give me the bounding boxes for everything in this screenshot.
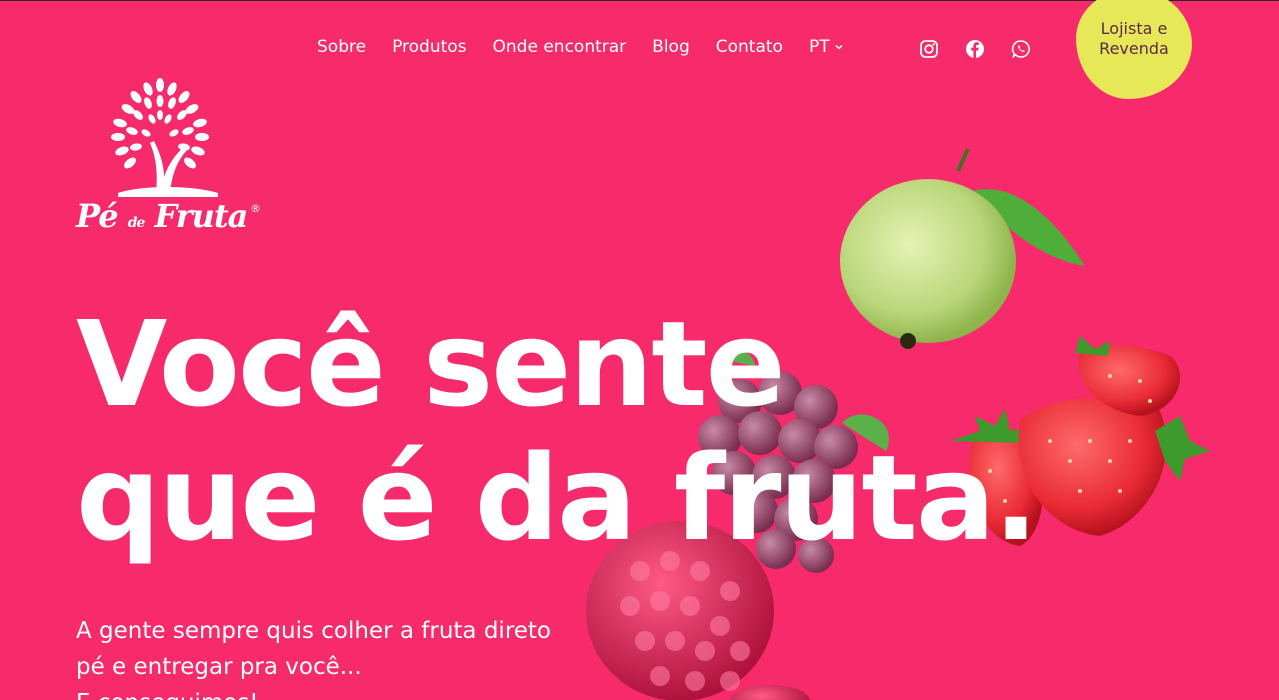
hero-subtext-line1: A gente sempre quis colher a fruta diret… [76,618,552,644]
brand-word-fruta: Fruta [154,197,249,235]
chevron-down-icon [835,44,843,50]
hero-subtext-line3: E conseguimos! [76,685,596,700]
nav-sobre[interactable]: Sobre [317,37,366,57]
nav-onde-encontrar[interactable]: Onde encontrar [493,37,627,57]
brand-word-pe: Pé [76,197,119,235]
nav-blog[interactable]: Blog [652,37,690,57]
lojista-revenda-button[interactable]: Lojista e Revenda [1076,0,1192,99]
instagram-icon[interactable] [919,39,939,59]
whatsapp-icon[interactable] [1011,39,1031,59]
hero-headline-line1: Você sente [76,295,786,433]
brand-word-de: de [127,215,146,231]
cta-label-line2: Revenda [1099,39,1169,58]
social-links [919,39,1031,59]
main-nav: Sobre Produtos Onde encontrar Blog Conta… [317,37,844,57]
registered-mark: ® [250,202,261,215]
hero-headline-line2: que é da fruta. [76,429,1038,567]
language-label: PT [808,37,830,57]
cta-label-line1: Lojista e [1100,19,1168,38]
hero-subtext-line2: pé e entregar pra você... [76,654,362,680]
nav-produtos[interactable]: Produtos [392,37,466,57]
hero-subtext: A gente sempre quis colher a fruta diret… [76,613,596,700]
nav-contato[interactable]: Contato [716,37,783,57]
facebook-icon[interactable] [965,39,985,59]
hero-headline: Você sente que é da fruta. [76,295,1038,567]
language-selector[interactable]: PT [809,37,844,57]
brand-wordmark[interactable]: Pé de Fruta [76,197,249,235]
